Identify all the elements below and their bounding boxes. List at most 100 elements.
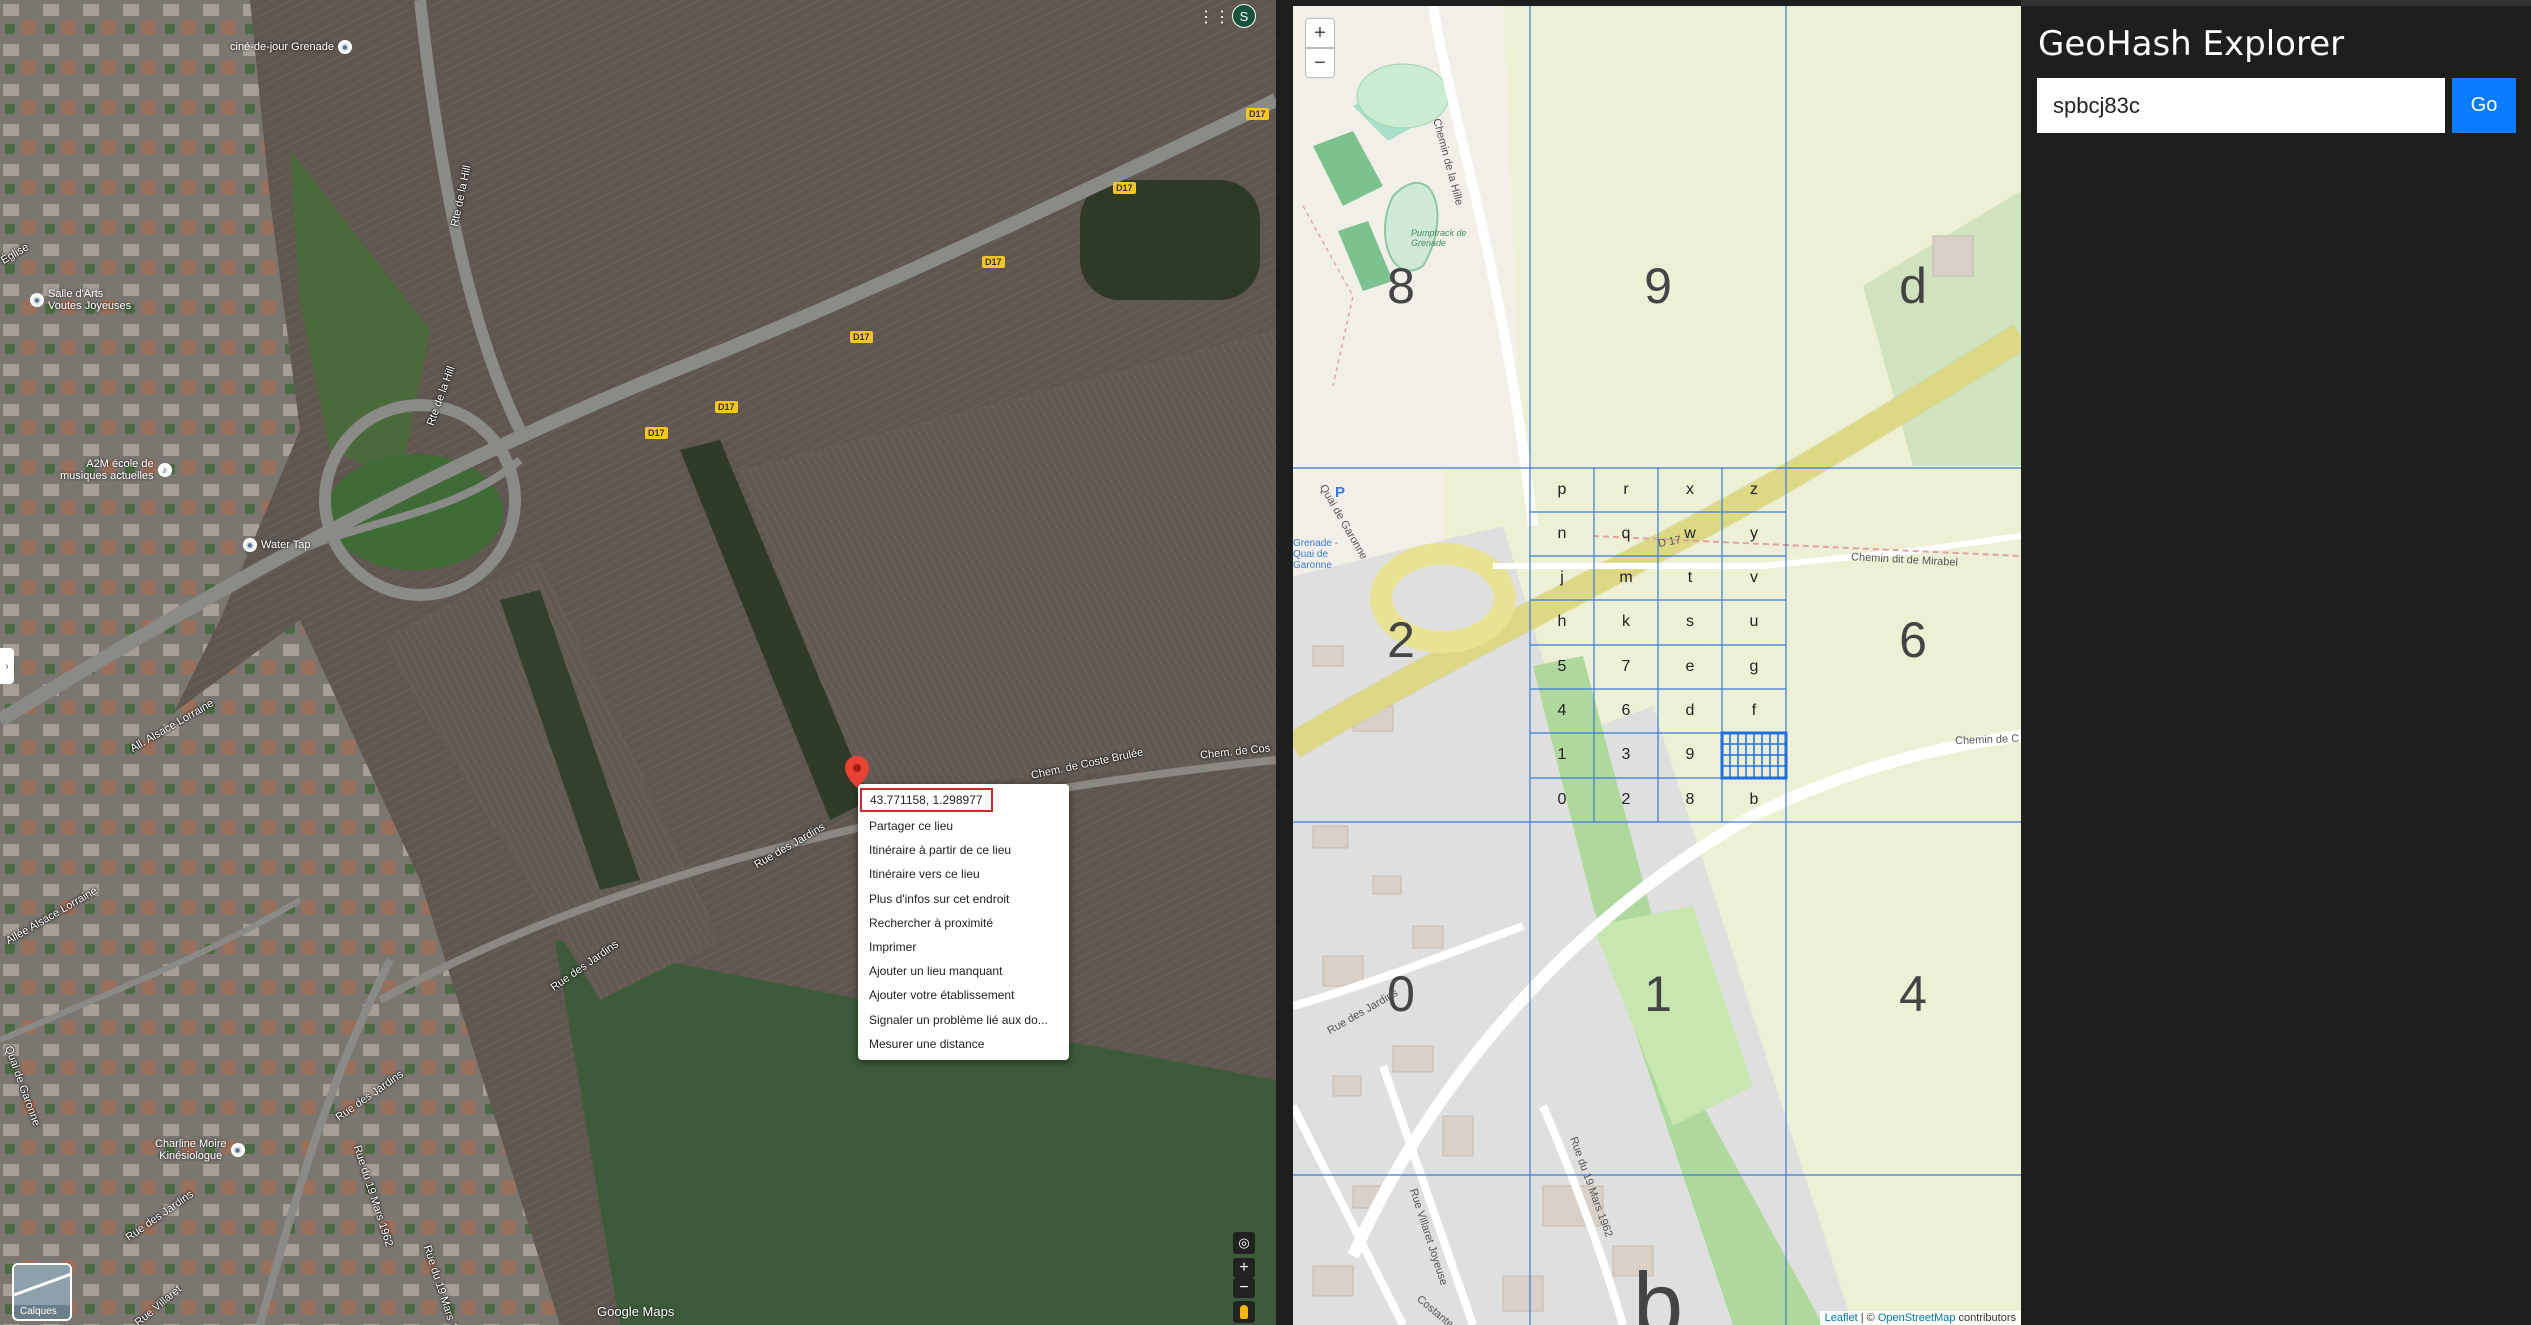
subcell-label: 3 [1621, 746, 1631, 763]
street-label: Chemin de C [1954, 732, 2020, 748]
zoom-out-button[interactable]: − [1305, 48, 1335, 78]
coordinates-item[interactable]: 43.771158, 1.298977 [860, 788, 993, 812]
water-icon: ● [243, 538, 257, 552]
subcell-label: p [1557, 481, 1567, 498]
place-icon: ● [30, 293, 44, 307]
google-maps-logo: Google Maps [597, 1304, 675, 1319]
poi-cine[interactable]: ciné-de-jour Grenade ● [230, 40, 352, 54]
layers-label: Calques [20, 1306, 57, 1317]
app-title: GeoHash Explorer [2038, 24, 2345, 64]
geohash-cell-label: 4 [1899, 966, 1927, 1022]
subcell-label: r [1623, 481, 1629, 498]
subcell-label: s [1686, 613, 1694, 630]
subcell-label: w [1684, 525, 1696, 542]
subcell-label: h [1557, 613, 1567, 630]
menu-item-search-nearby[interactable]: Rechercher à proximité [858, 911, 1069, 935]
subcell-label: 5 [1557, 658, 1567, 675]
pegman-icon[interactable] [1233, 1301, 1255, 1323]
subcell-label: g [1749, 658, 1759, 675]
subcell-label: m [1619, 569, 1633, 586]
layers-button[interactable]: Calques [12, 1263, 72, 1321]
road-tag-d17: D17 [645, 427, 668, 439]
subcell-label: 7 [1621, 658, 1631, 675]
menu-item-directions-to[interactable]: Itinéraire vers ce lieu [858, 862, 1069, 886]
pumptrack-label: Pumptrack de Grenade [1411, 228, 1467, 248]
osm-link[interactable]: OpenStreetMap [1878, 1312, 1956, 1324]
subcell-label: 1 [1557, 746, 1567, 763]
road-tag-d17: D17 [982, 256, 1005, 268]
geohash-cell-label: 6 [1899, 612, 1927, 668]
satellite-map[interactable]: D17 D17 D17 D17 D17 D17 ciné-de-jour Gre… [0, 0, 1276, 1325]
subcell-label: y [1750, 525, 1758, 542]
subcell-label: 0 [1557, 791, 1567, 808]
menu-item-measure-distance[interactable]: Mesurer une distance [858, 1032, 1069, 1056]
poi-charline[interactable]: Charline Moire Kinésiologue ● [155, 1138, 245, 1162]
go-button[interactable]: Go [2452, 78, 2516, 133]
account-avatar[interactable]: S [1232, 4, 1256, 28]
subcell-label: f [1751, 702, 1757, 719]
attribution-separator: | © [1857, 1312, 1878, 1324]
subcell-label: j [1560, 569, 1564, 586]
poi-label: Charline Moire Kinésiologue [155, 1138, 227, 1162]
poi-label: ciné-de-jour Grenade [230, 41, 334, 53]
subcell-label: 8 [1685, 791, 1695, 808]
subcell-label: v [1750, 569, 1758, 586]
geohash-cell-label: d [1899, 258, 1927, 314]
geohash-cell-label: 9 [1644, 258, 1672, 314]
place-icon: ● [337, 40, 352, 54]
parking-icon: P [1335, 484, 1346, 501]
subcell-label: 6 [1621, 702, 1631, 719]
poi-salle[interactable]: ● Salle d'Arts Voutes Joyeuses [30, 288, 131, 312]
menu-item-report-problem[interactable]: Signaler un problème lié aux do... [858, 1008, 1069, 1032]
road-tag-d17: D17 [1113, 182, 1136, 194]
geohash-cell-label: 1 [1644, 966, 1672, 1022]
menu-item-print[interactable]: Imprimer [858, 935, 1069, 959]
context-menu: 43.771158, 1.298977 Partager ce lieu Iti… [858, 784, 1069, 1060]
geohash-cell-label: 8 [1387, 258, 1415, 314]
attribution-contributors: contributors [1955, 1312, 2016, 1324]
subcell-label: d [1685, 702, 1695, 719]
zoom-in-button[interactable]: + [1233, 1258, 1255, 1278]
geohash-map[interactable]: 8 9 d 2 6 0 1 4 b p r x z n q w y j m t … [1293, 6, 2021, 1325]
subcell-label: 4 [1557, 702, 1567, 719]
road-tag-d17: D17 [1246, 108, 1269, 120]
menu-item-share[interactable]: Partager ce lieu [858, 814, 1069, 838]
layers-thumbnail-icon [14, 1265, 70, 1305]
geohash-input[interactable] [2037, 78, 2445, 133]
poi-label: A2M école de musiques actuelles [60, 458, 154, 482]
subcell-label: x [1686, 481, 1694, 498]
subcell-label: e [1685, 658, 1695, 675]
my-location-icon[interactable]: ◎ [1233, 1232, 1255, 1254]
road-tag-d17: D17 [715, 401, 738, 413]
expand-panel-chevron-icon[interactable]: › [0, 648, 14, 684]
bus-stop-label: Grenade - Quai de Garonne [1293, 538, 1339, 571]
geohash-cell-label: 2 [1387, 612, 1415, 668]
split-divider[interactable] [1276, 0, 1293, 1325]
subcell-label: 2 [1621, 791, 1631, 808]
map-attribution: Leaflet | © OpenStreetMap contributors [1819, 1311, 2021, 1325]
screen: D17 D17 D17 D17 D17 D17 ciné-de-jour Gre… [0, 0, 2531, 1325]
poi-label: Salle d'Arts Voutes Joyeuses [48, 288, 132, 312]
subcell-label: q [1621, 525, 1631, 542]
subcell-label: b [1749, 791, 1759, 808]
road-tag-d17: D17 [850, 331, 873, 343]
subcell-label: z [1750, 481, 1758, 498]
subcell-label: 9 [1685, 746, 1695, 763]
menu-item-directions-from[interactable]: Itinéraire à partir de ce lieu [858, 838, 1069, 862]
poi-watertap[interactable]: ● Water Tap [243, 538, 311, 552]
poi-a2m[interactable]: A2M école de musiques actuelles ♪ [60, 458, 172, 482]
music-icon: ♪ [157, 463, 172, 477]
leaflet-link[interactable]: Leaflet [1825, 1312, 1858, 1324]
menu-item-add-missing-place[interactable]: Ajouter un lieu manquant [858, 959, 1069, 983]
subcell-label: n [1557, 525, 1567, 542]
menu-item-more-info[interactable]: Plus d'infos sur cet endroit [858, 887, 1069, 911]
subcell-label: t [1687, 569, 1693, 586]
geohash-cell-label: b [1632, 1255, 1684, 1325]
zoom-out-button[interactable]: − [1233, 1278, 1255, 1298]
zoom-in-button[interactable]: + [1305, 18, 1335, 48]
satellite-imagery [0, 0, 1276, 1325]
subcell-label: k [1622, 613, 1630, 630]
place-icon: ● [230, 1143, 245, 1157]
poi-label: Water Tap [261, 539, 311, 551]
menu-item-add-business[interactable]: Ajouter votre établissement [858, 983, 1069, 1007]
